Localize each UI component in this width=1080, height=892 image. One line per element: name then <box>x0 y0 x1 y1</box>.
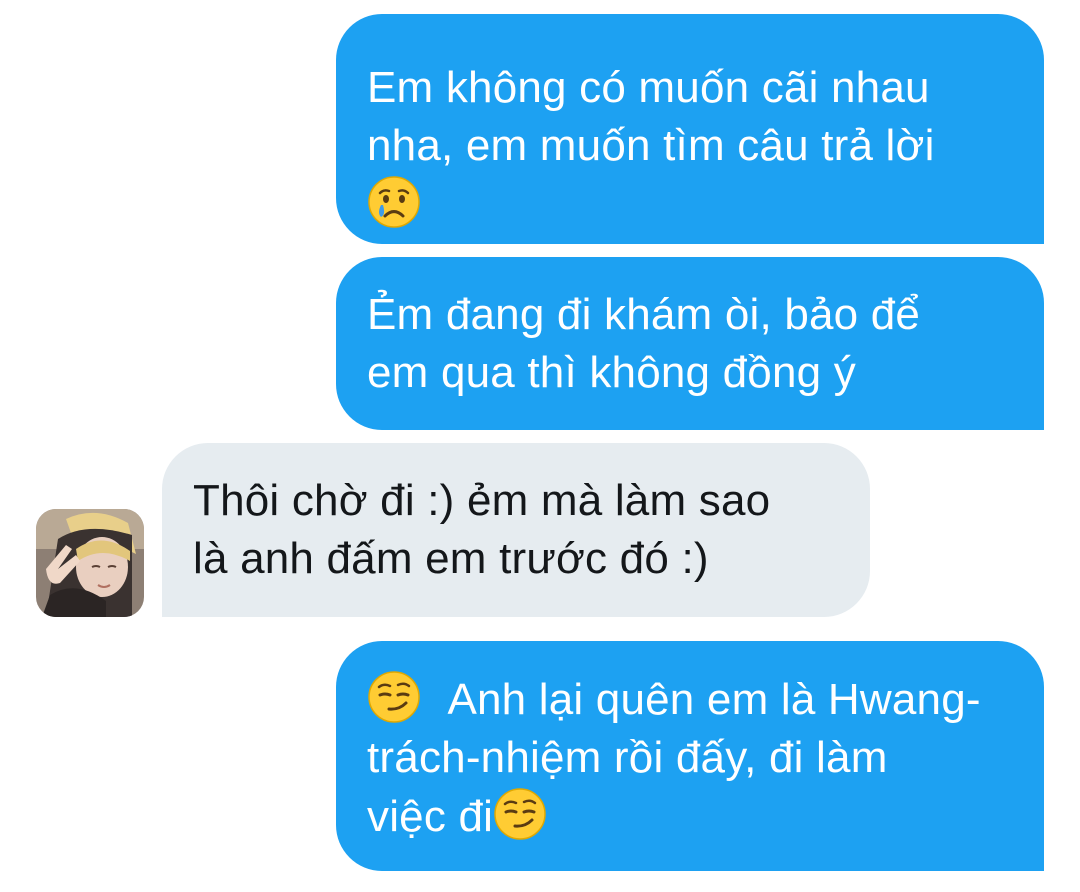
sent-message-bubble[interactable]: Anh lại quên em là Hwang- trách-nhiệm rồ… <box>336 641 1044 871</box>
crying-face-icon <box>367 175 421 229</box>
message-text-line: Ẻm đang đi khám òi, bảo để <box>367 290 921 339</box>
message-text-line: Em không có muốn cãi nhau <box>367 63 930 112</box>
sent-message-bubble[interactable]: Ẻm đang đi khám òi, bảo để em qua thì kh… <box>336 257 1044 430</box>
contact-avatar[interactable] <box>36 509 144 617</box>
message-text-line: trách-nhiệm rồi đấy, đi làm <box>367 733 888 782</box>
received-message-bubble[interactable]: Thôi chờ đi :) ẻm mà làm sao là anh đấm … <box>162 443 870 617</box>
message-text-line: Anh lại quên em là Hwang- <box>447 675 981 724</box>
message-text-line: việc đi <box>367 792 494 841</box>
message-text-line: nha, em muốn tìm câu trả lời <box>367 121 935 170</box>
smirking-face-icon <box>493 787 547 841</box>
smirking-face-icon <box>367 670 421 724</box>
sent-message-bubble[interactable]: Em không có muốn cãi nhau nha, em muốn t… <box>336 14 1044 244</box>
message-text-line: là anh đấm em trước đó :) <box>193 534 709 583</box>
message-text-line: Thôi chờ đi :) ẻm mà làm sao <box>193 476 771 525</box>
message-text-line: em qua thì không đồng ý <box>367 348 856 397</box>
